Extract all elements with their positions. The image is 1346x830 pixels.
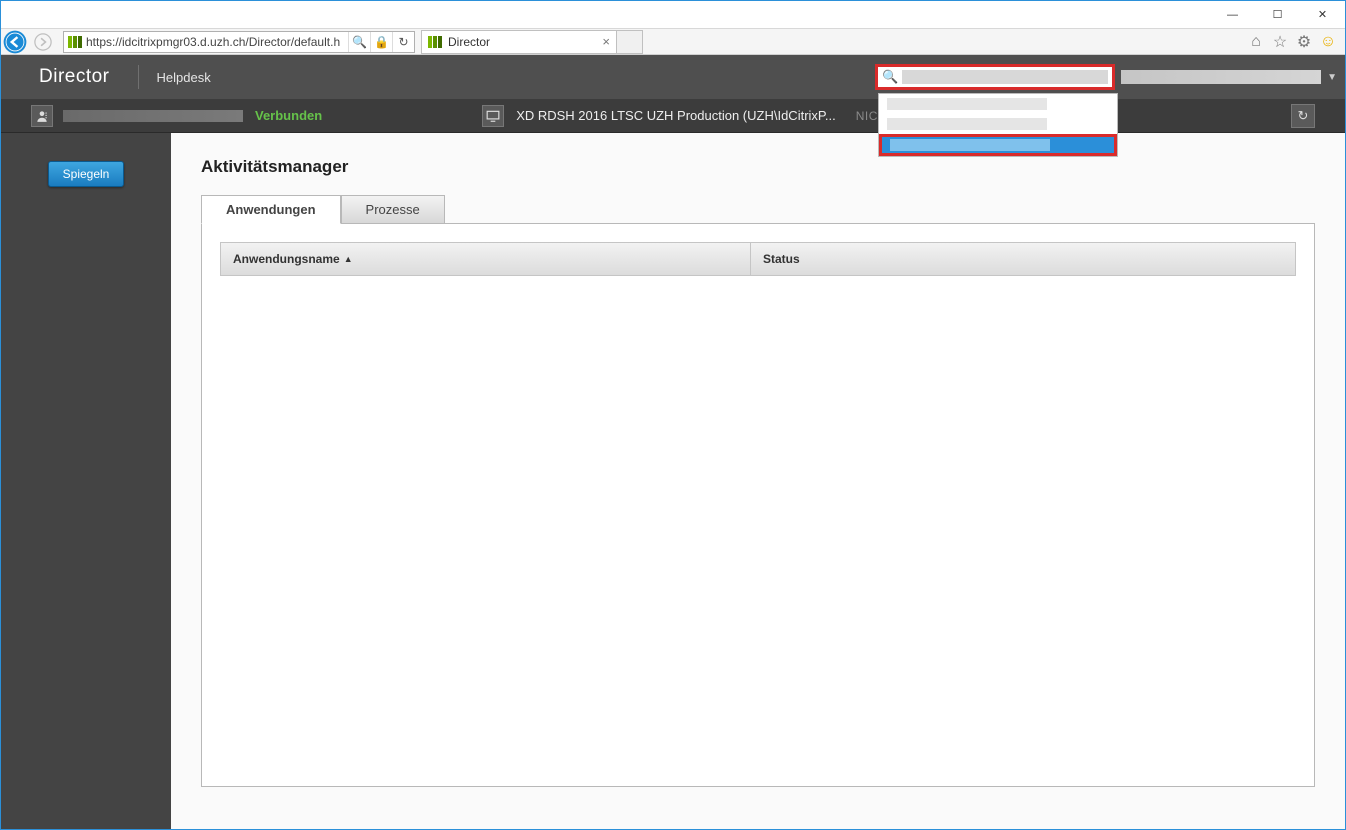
session-machine-label[interactable]: XD RDSH 2016 LTSC UZH Production (UZH\Id…: [516, 108, 836, 123]
tab-title: Director: [448, 35, 602, 49]
window-maximize-button[interactable]: ☐: [1255, 1, 1300, 29]
session-machine-segment: XD RDSH 2016 LTSC UZH Production (UZH\Id…: [482, 105, 936, 127]
browser-window: — ☐ ✕ 🔍 🔒 ↻: [0, 0, 1346, 830]
browser-toolbar-right: ⌂ ☆ ⚙ ☺: [1247, 33, 1345, 51]
autocomplete-item[interactable]: [879, 94, 1117, 114]
site-favicon-icon: [66, 33, 84, 51]
feedback-smile-icon[interactable]: ☺: [1319, 33, 1337, 51]
main-pane: Aktivitätsmanager Anwendungen Prozesse A…: [171, 133, 1345, 829]
sort-asc-icon: ▲: [344, 254, 353, 264]
session-user-token: Verbunden: [1, 105, 332, 127]
column-header-status[interactable]: Status: [751, 243, 1295, 275]
session-username-obscured: [63, 110, 243, 122]
monitor-icon[interactable]: [482, 105, 504, 127]
browser-nav-bar: 🔍 🔒 ↻ Director × ⌂ ☆ ⚙ ☺: [1, 29, 1345, 55]
search-dropdown-button[interactable]: 🔍: [348, 32, 370, 52]
column-header-name-label: Anwendungsname: [233, 252, 340, 266]
left-sidebar: Spiegeln: [1, 133, 171, 829]
column-header-status-label: Status: [763, 252, 800, 266]
header-search-zone: 🔍 ▼: [875, 55, 1345, 99]
session-sub-bar: Verbunden XD RDSH 2016 LTSC UZH Producti…: [1, 99, 1345, 133]
subbar-refresh-button[interactable]: ↻: [1291, 104, 1315, 128]
user-search-input[interactable]: [902, 70, 1108, 84]
tab-anwendungen[interactable]: Anwendungen: [201, 195, 341, 224]
spiegeln-button[interactable]: Spiegeln: [48, 161, 125, 187]
search-icon: 🔍: [882, 69, 898, 85]
new-tab-button[interactable]: [617, 30, 643, 54]
window-minimize-button[interactable]: —: [1210, 1, 1255, 29]
user-search-box[interactable]: 🔍: [875, 64, 1115, 90]
autocomplete-item[interactable]: [879, 114, 1117, 134]
applications-panel: Anwendungsname ▲ Status: [201, 223, 1315, 787]
tools-gear-icon[interactable]: ⚙: [1295, 33, 1313, 51]
browser-forward-button[interactable]: [29, 31, 57, 53]
window-close-button[interactable]: ✕: [1300, 1, 1345, 29]
column-header-name[interactable]: Anwendungsname ▲: [221, 243, 751, 275]
tab-strip: Director ×: [421, 30, 643, 54]
ssl-lock-icon[interactable]: 🔒: [370, 32, 392, 52]
tabs-row: Anwendungen Prozesse: [201, 195, 1315, 224]
body-row: Spiegeln Aktivitätsmanager Anwendungen P…: [1, 133, 1345, 829]
autocomplete-item-selected[interactable]: [879, 134, 1117, 156]
favorites-icon[interactable]: ☆: [1271, 33, 1289, 51]
home-icon[interactable]: ⌂: [1247, 33, 1265, 51]
browser-tab[interactable]: Director ×: [421, 30, 617, 54]
screen-icon: [486, 110, 500, 122]
tab-close-button[interactable]: ×: [602, 34, 610, 49]
forward-arrow-icon: [33, 32, 53, 52]
helpdesk-link[interactable]: Helpdesk: [139, 70, 229, 85]
window-title-bar: — ☐ ✕: [1, 1, 1345, 29]
back-arrow-icon: [2, 29, 28, 55]
director-logo[interactable]: Director: [1, 66, 138, 88]
tab-prozesse[interactable]: Prozesse: [341, 195, 445, 224]
person-icon: [35, 109, 49, 123]
tab-favicon-icon: [428, 35, 442, 49]
page-title: Aktivitätsmanager: [201, 157, 1315, 177]
director-header: Director Helpdesk 🔍 ▼: [1, 55, 1345, 99]
user-icon[interactable]: [31, 105, 53, 127]
search-autocomplete-dropdown: [878, 93, 1118, 157]
refresh-icon: ↻: [1298, 108, 1309, 124]
applications-table-header: Anwendungsname ▲ Status: [220, 242, 1296, 276]
browser-refresh-button[interactable]: ↻: [392, 32, 414, 52]
address-bar[interactable]: 🔍 🔒 ↻: [63, 31, 415, 53]
url-input[interactable]: [86, 32, 348, 52]
connection-status: Verbunden: [255, 108, 322, 123]
user-menu-caret-icon[interactable]: ▼: [1327, 72, 1337, 83]
header-username-obscured: [1121, 70, 1321, 84]
browser-back-button[interactable]: [1, 31, 29, 53]
